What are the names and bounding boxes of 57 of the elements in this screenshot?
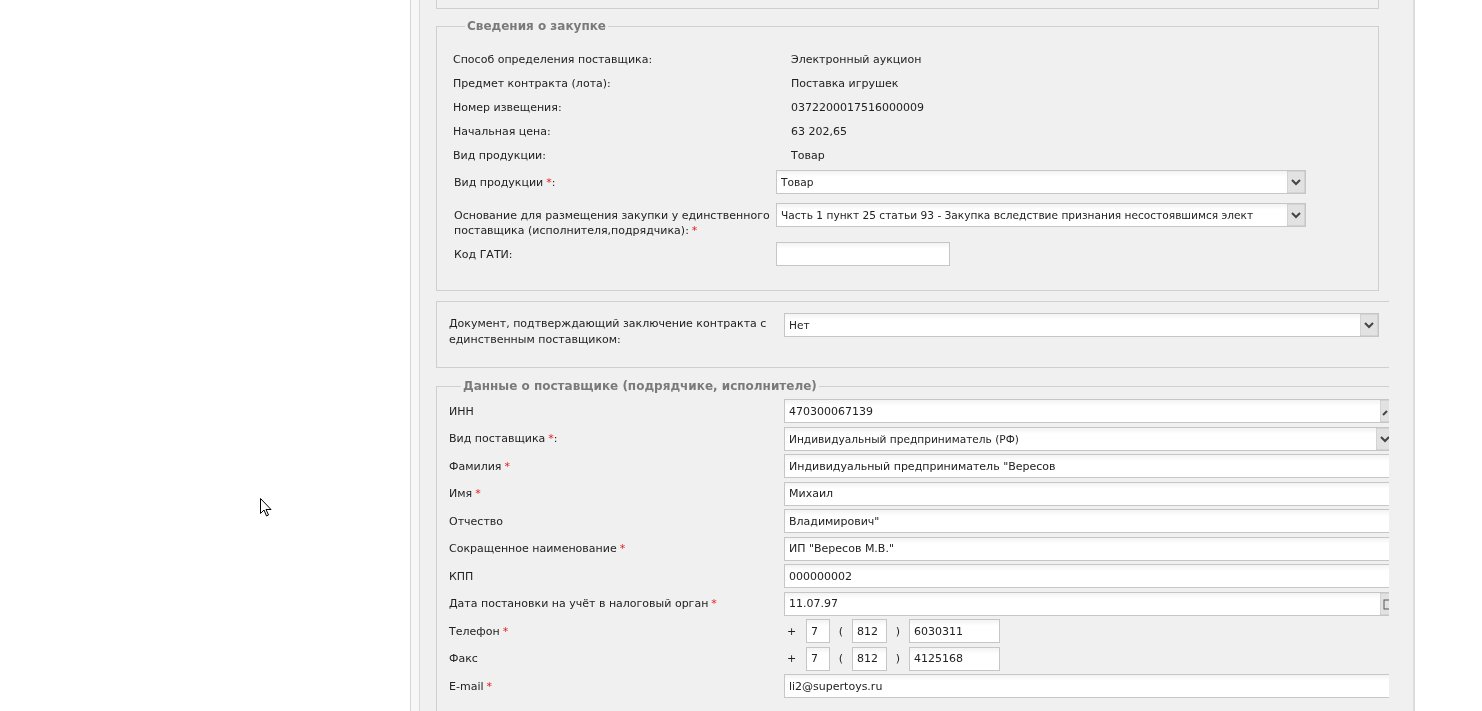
area-code-field[interactable]: 812 (852, 646, 887, 671)
field-label: Начальная цена: (453, 124, 552, 138)
field-label: Вид продукции: (453, 148, 547, 162)
text-field[interactable]: Михаил (784, 481, 1389, 506)
country-code-field[interactable]: 7 (806, 646, 830, 671)
field-label: Телефон * (449, 624, 510, 638)
field-value: 63 202,65 (791, 124, 847, 138)
country-code-field[interactable]: 7 (806, 619, 830, 643)
phone-number-field[interactable]: 4125168 (909, 646, 1000, 671)
parenthesis: ) (894, 624, 902, 638)
field-label: Основание для размещения закупки у единственного поставщика (исполнителя,подрядчика): * (453, 208, 771, 238)
dropdown[interactable]: Нет (784, 313, 1379, 337)
phone-number-field[interactable]: 6030311 (909, 619, 1000, 643)
parenthesis: ( (837, 624, 845, 638)
dropdown[interactable]: Товар (776, 170, 1306, 194)
field-label: Дата постановки на учёт в налоговый орган * (449, 597, 718, 610)
field-label: Фамилия * (449, 459, 511, 473)
parenthesis: ) (894, 652, 902, 665)
field-label: ИНН (449, 404, 475, 418)
chevron-icon[interactable] (1360, 314, 1378, 336)
parenthesis: ( (837, 652, 845, 665)
field-label: Имя * (449, 487, 482, 500)
date-field[interactable]: 11.07.97 (784, 591, 1389, 616)
field-label: Вид поставщика *: (449, 432, 559, 445)
field-label: Предмет контракта (лота): (453, 76, 612, 90)
text-field[interactable]: li2@supertoys.ru (784, 674, 1389, 698)
field-value: Товар (791, 148, 825, 162)
field-label: Факс (449, 652, 479, 665)
plus-sign: + (786, 652, 798, 665)
chevron-icon[interactable] (1376, 427, 1389, 450)
field-label: E-mail * (449, 679, 493, 693)
field-value: 0372200017516000009 (791, 100, 924, 114)
section-legend: Сведения о закупке (465, 19, 608, 33)
text-field[interactable]: 000000002 (784, 564, 1389, 588)
field-label: Вид продукции *: (453, 175, 557, 190)
text-field[interactable]: ИП "Вересов М.В." (784, 536, 1389, 561)
text-field[interactable] (776, 242, 950, 266)
field-label: Способ определения поставщика: (453, 52, 654, 66)
chevron-icon[interactable] (1287, 204, 1305, 226)
text-field[interactable]: Индивидуальный предприниматель "Вересов (784, 454, 1389, 478)
field-value: Поставка игрушек (791, 76, 899, 90)
field-label: Сокращенное наименование * (449, 542, 627, 555)
dropdown[interactable]: Индивидуальный предприниматель (РФ) (784, 426, 1389, 451)
dropdown[interactable]: Часть 1 пункт 25 статьи 93 - Закупка вследствие признания несостоявшимся элект (776, 203, 1306, 227)
text-field[interactable]: Владимирович" (784, 509, 1389, 533)
field-label: Документ, подтверждающий заключение контракта с единственным поставщиком: (449, 316, 768, 348)
search-field[interactable]: 470300067139 (784, 399, 1389, 423)
cursor-icon (260, 498, 272, 517)
field-value: Электронный аукцион (791, 52, 922, 66)
field-label: КПП (449, 569, 475, 583)
chevron-icon[interactable] (1287, 171, 1305, 193)
area-code-field[interactable]: 812 (852, 619, 887, 643)
field-label: Код ГАТИ: (453, 247, 514, 262)
plus-sign: + (786, 624, 798, 638)
field-label: Номер извещения: (453, 100, 563, 114)
section-legend: Данные о поставщике (подрядчике, исполнителе) (461, 379, 819, 393)
field-label: Отчество (449, 514, 504, 528)
